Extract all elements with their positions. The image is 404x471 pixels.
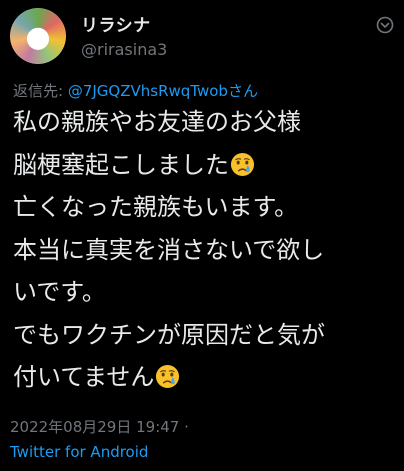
- tweet-body-line: でもワクチンが原因だと気が: [13, 314, 398, 357]
- tweet-body: 私の親族やお友達のお父様 脳梗塞起こしました 亡くなった親族もいます。 本当に真…: [13, 101, 398, 399]
- crying-face-icon: [230, 152, 255, 176]
- tweet-body-line-text: 本当に真実を消さないで欲し: [13, 235, 325, 264]
- tweet-body-line: 脳梗塞起こしました: [13, 144, 398, 187]
- tweet-body-line: 付いてません: [13, 356, 398, 399]
- reply-to-line: 返信先: @7JGQZVhsRwqTwobさん: [13, 80, 258, 101]
- tweet-body-line: 私の親族やお友達のお父様: [13, 101, 398, 144]
- author-handle[interactable]: @rirasina3: [81, 40, 167, 59]
- tweet-body-line: 本当に真実を消さないで欲し: [13, 229, 398, 272]
- tweet-source-link[interactable]: Twitter for Android: [10, 443, 148, 461]
- tweet-body-line-text: 付いてません: [13, 363, 155, 391]
- author-display-name[interactable]: リラシナ: [81, 11, 151, 36]
- tweet-body-line-text: いです。: [13, 278, 106, 306]
- crying-face-icon: [156, 364, 180, 389]
- more-options-icon[interactable]: [376, 16, 394, 34]
- tweet-body-line: いです。: [13, 271, 398, 314]
- tweet-timestamp[interactable]: 2022年08月29日 19:47 ·: [10, 416, 189, 437]
- tweet-body-line-text: でもワクチンが原因だと気が: [13, 320, 325, 349]
- tweet-body-line-text: 脳梗塞起こしました: [13, 150, 229, 179]
- tweet-body-line-text: 私の親族やお友達のお父様: [13, 108, 301, 136]
- avatar[interactable]: [10, 8, 66, 64]
- reply-mention-link[interactable]: @7JGQZVhsRwqTwobさん: [68, 82, 258, 100]
- tweet-body-line-text: 亡くなった親族もいます。: [13, 193, 299, 221]
- reply-prefix: 返信先:: [13, 82, 68, 100]
- tweet-body-line: 亡くなった親族もいます。: [13, 186, 398, 229]
- tweet: リラシナ @rirasina3 返信先: @7JGQZVhsRwqTwobさん …: [0, 0, 404, 471]
